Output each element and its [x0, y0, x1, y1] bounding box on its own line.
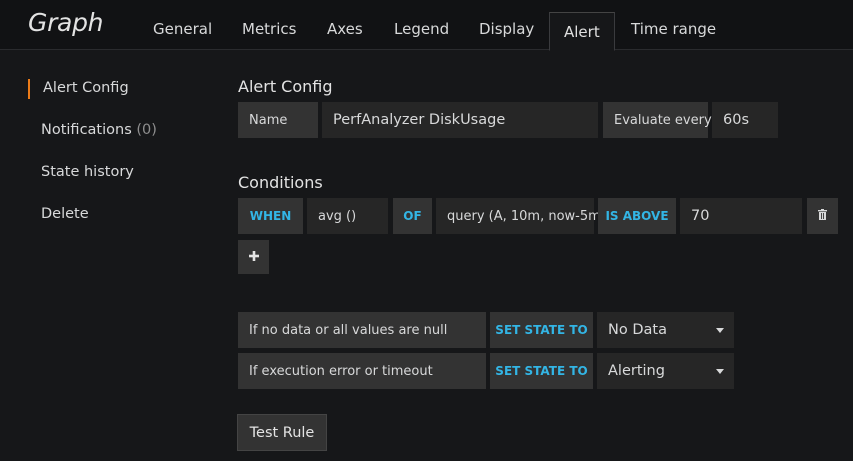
delete-condition-button[interactable]	[807, 198, 838, 234]
name-label: Name	[238, 102, 318, 138]
alert-config-title: Alert Config	[238, 77, 333, 96]
plus-icon	[248, 250, 259, 265]
caret-down-icon	[716, 368, 724, 374]
evaluator-select[interactable]: IS ABOVE	[598, 198, 676, 234]
tab-alert[interactable]: Alert	[549, 12, 615, 51]
test-rule-button[interactable]: Test Rule	[237, 414, 327, 451]
panel-editor-header: Graph General Metrics Axes Legend Displa…	[0, 0, 853, 51]
notification-count: (0)	[136, 122, 157, 138]
tab-display[interactable]: Display	[479, 20, 534, 38]
when-keyword: WHEN	[238, 198, 303, 234]
tab-general[interactable]: General	[153, 20, 212, 38]
exec-error-state-select[interactable]: Alerting	[597, 353, 734, 389]
sidebar-item-notifications[interactable]: Notifications (0)	[41, 122, 157, 138]
evaluate-every-label: Evaluate every	[603, 102, 712, 138]
active-indicator	[28, 79, 30, 99]
no-data-label: If no data or all values are null	[238, 312, 486, 348]
reducer-select[interactable]: avg ()	[307, 198, 388, 234]
sidebar-item-state-history[interactable]: State history	[41, 164, 134, 180]
no-data-state-select[interactable]: No Data	[597, 312, 734, 348]
threshold-input[interactable]: 70	[680, 198, 802, 234]
sidebar-item-alert-config[interactable]: Alert Config	[43, 80, 129, 96]
trash-icon	[818, 208, 827, 224]
exec-error-state-value: Alerting	[608, 363, 665, 379]
add-condition-button[interactable]	[238, 240, 269, 274]
sidebar-item-label: Notifications	[41, 122, 132, 138]
tab-legend[interactable]: Legend	[394, 20, 449, 38]
exec-error-set-state-keyword: SET STATE TO	[490, 353, 593, 389]
panel-title: Graph	[28, 8, 104, 37]
no-data-state-value: No Data	[608, 322, 667, 338]
tab-metrics[interactable]: Metrics	[242, 20, 296, 38]
of-keyword: OF	[393, 198, 432, 234]
tab-time-range[interactable]: Time range	[631, 20, 716, 38]
tab-axes[interactable]: Axes	[327, 20, 363, 38]
exec-error-label: If execution error or timeout	[238, 353, 486, 389]
conditions-title: Conditions	[238, 173, 323, 192]
caret-down-icon	[716, 327, 724, 333]
evaluate-interval-input[interactable]: 60s	[712, 102, 778, 138]
alert-name-input[interactable]: PerfAnalyzer DiskUsage	[322, 102, 598, 138]
query-select[interactable]: query (A, 10m, now-5m)	[436, 198, 606, 234]
sidebar-item-delete[interactable]: Delete	[41, 206, 89, 222]
no-data-set-state-keyword: SET STATE TO	[490, 312, 593, 348]
